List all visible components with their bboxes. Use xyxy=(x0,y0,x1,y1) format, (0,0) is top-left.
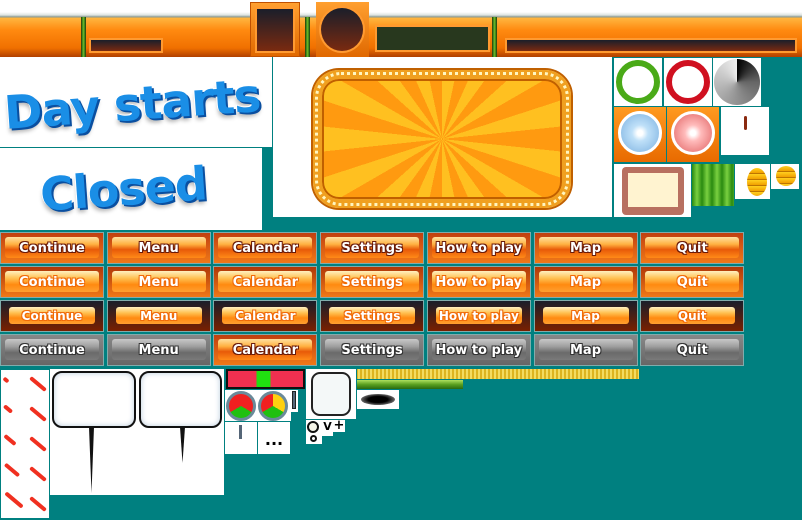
button-label: Continue xyxy=(19,274,85,290)
green-bar-icon xyxy=(357,380,463,389)
button-label: Quit xyxy=(676,274,708,290)
meter-icon xyxy=(226,369,305,389)
settings-button-pressed[interactable]: Settings xyxy=(320,300,425,332)
map-button-normal[interactable]: Map xyxy=(533,232,638,264)
button-label: Settings xyxy=(343,309,401,323)
closed-sprite: Closed xyxy=(0,148,262,230)
button-label: Settings xyxy=(341,240,403,256)
button-label: Map xyxy=(571,309,600,323)
button-label: Continue xyxy=(21,309,83,323)
button-label: How to play xyxy=(438,309,519,323)
pie-timer-icon xyxy=(713,58,761,106)
plus-icon: + xyxy=(333,418,345,433)
settings-button-disabled[interactable]: Settings xyxy=(320,334,425,366)
button-label: Menu xyxy=(138,342,179,358)
button-label: How to play xyxy=(435,240,523,256)
button-label: Menu xyxy=(138,274,179,290)
hud-separator xyxy=(305,17,310,57)
red-clock-icon xyxy=(667,107,719,162)
gold-bar-icon xyxy=(357,369,639,379)
continue-button-hover[interactable]: Continue xyxy=(0,266,104,298)
candle-icon xyxy=(721,107,769,155)
button-label: Continue xyxy=(19,240,85,256)
green-ring-icon xyxy=(614,58,662,106)
button-label: Quit xyxy=(676,240,708,256)
how-to-play-button-normal[interactable]: How to play xyxy=(426,232,531,264)
button-label: Settings xyxy=(341,274,403,290)
menu-button-normal[interactable]: Menu xyxy=(106,232,211,264)
timer-gauge-icon xyxy=(225,390,291,421)
hud-green-panel xyxy=(375,25,490,52)
quit-button-normal[interactable]: Quit xyxy=(640,232,745,264)
top-hud-bar xyxy=(0,0,802,57)
button-label: Calendar xyxy=(232,274,299,290)
hud-separator xyxy=(492,17,497,57)
red-pen-marks xyxy=(0,369,50,519)
quit-button-pressed[interactable]: Quit xyxy=(640,300,745,332)
button-label: How to play xyxy=(435,274,523,290)
ellipsis-icon: ... xyxy=(258,422,290,454)
continue-button-pressed[interactable]: Continue xyxy=(0,300,104,332)
how-to-play-button-hover[interactable]: How to play xyxy=(426,266,531,298)
button-label: Quit xyxy=(676,342,708,358)
calendar-button-pressed[interactable]: Calendar xyxy=(213,300,318,332)
button-label: Menu xyxy=(140,309,178,323)
button-label: Calendar xyxy=(232,240,299,256)
day-starts-sprite: Day starts xyxy=(0,57,272,147)
button-label: Map xyxy=(569,342,601,358)
needle-small-icon xyxy=(225,422,257,454)
map-button-disabled[interactable]: Map xyxy=(533,334,638,366)
hud-clock-frame xyxy=(316,2,369,57)
button-label: Map xyxy=(569,240,601,256)
continue-button-disabled[interactable]: Continue xyxy=(0,334,104,366)
settings-button-normal[interactable]: Settings xyxy=(320,232,425,264)
button-label: Calendar xyxy=(232,342,299,358)
coin-stack-large-icon xyxy=(735,164,770,199)
hud-separator xyxy=(81,17,86,57)
closed-text: Closed xyxy=(38,156,209,222)
speech-bubble-short xyxy=(137,369,224,495)
check-v-icon: V xyxy=(322,420,333,436)
calendar-button-disabled[interactable]: Calendar xyxy=(213,334,318,366)
red-ring-icon xyxy=(664,58,712,106)
how-to-play-button-disabled[interactable]: How to play xyxy=(426,334,531,366)
button-label: How to play xyxy=(435,342,523,358)
quit-button-disabled[interactable]: Quit xyxy=(640,334,745,366)
green-curtain-icon xyxy=(692,164,734,206)
settings-button-hover[interactable]: Settings xyxy=(320,266,425,298)
calendar-button-normal[interactable]: Calendar xyxy=(213,232,318,264)
button-label: Map xyxy=(569,274,601,290)
map-button-pressed[interactable]: Map xyxy=(533,300,638,332)
hud-long-slot xyxy=(505,38,797,53)
rounded-frame-icon xyxy=(306,369,356,419)
menu-button-disabled[interactable]: Menu xyxy=(106,334,211,366)
marquee-sign xyxy=(313,70,571,208)
continue-button-normal[interactable]: Continue xyxy=(0,232,104,264)
button-label: Calendar xyxy=(235,309,296,323)
speech-bubble-icon xyxy=(52,371,136,428)
blue-clock-icon xyxy=(614,107,666,162)
day-starts-text: Day starts xyxy=(2,68,262,140)
button-label: Continue xyxy=(19,342,85,358)
button-label: Quit xyxy=(677,309,707,323)
quit-button-hover[interactable]: Quit xyxy=(640,266,745,298)
coin-stack-small-icon xyxy=(771,164,799,189)
shadow-icon xyxy=(357,390,399,409)
menu-button-pressed[interactable]: Menu xyxy=(106,300,211,332)
needle-icon xyxy=(291,390,298,412)
map-button-hover[interactable]: Map xyxy=(533,266,638,298)
speech-bubble-icon xyxy=(139,371,222,428)
toggle-knob-icon xyxy=(306,420,322,444)
calendar-button-hover[interactable]: Calendar xyxy=(213,266,318,298)
speech-bubble-tall xyxy=(50,369,137,495)
button-label: Settings xyxy=(341,342,403,358)
button-label: Menu xyxy=(138,240,179,256)
marquee-sprite xyxy=(273,57,612,217)
hud-portrait-frame xyxy=(250,2,300,57)
how-to-play-button-pressed[interactable]: How to play xyxy=(426,300,531,332)
tray-icon xyxy=(614,164,691,217)
menu-button-hover[interactable]: Menu xyxy=(106,266,211,298)
hud-slot xyxy=(89,38,163,53)
